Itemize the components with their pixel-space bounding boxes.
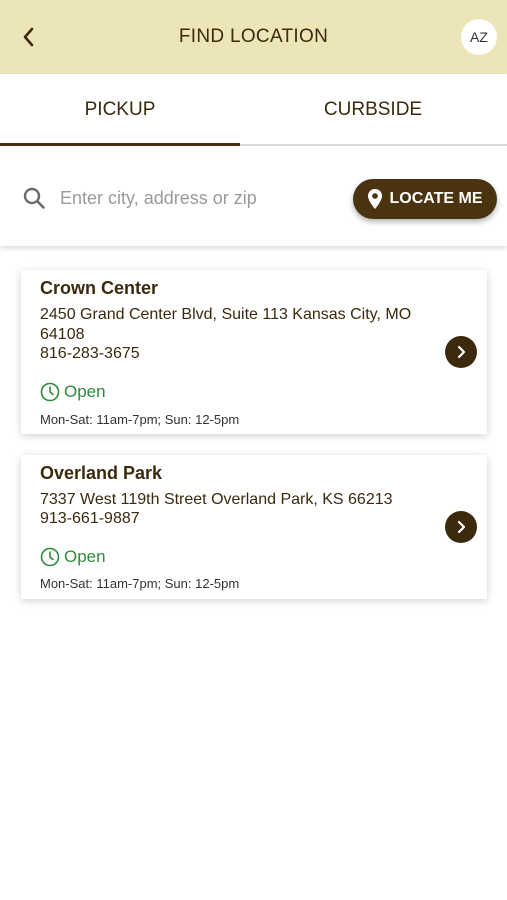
status-badge: Open xyxy=(40,547,106,567)
app-header: FIND LOCATION AZ xyxy=(0,0,507,74)
tab-pickup[interactable]: PICKUP xyxy=(0,74,240,146)
chevron-left-icon xyxy=(23,27,34,47)
search-bar: LOCATE ME xyxy=(0,146,507,246)
chevron-right-icon[interactable] xyxy=(445,336,477,368)
location-address: 2450 Grand Center Blvd, Suite 113 Kansas… xyxy=(40,306,412,343)
search-input[interactable] xyxy=(58,182,332,214)
location-name: Crown Center xyxy=(40,278,159,298)
status-text: Open xyxy=(64,382,106,401)
search-icon xyxy=(23,187,45,209)
page-title: FIND LOCATION xyxy=(178,26,329,47)
locate-me-label: LOCATE ME xyxy=(389,190,483,207)
location-phone: 913-661-9887 xyxy=(40,510,140,527)
status-text: Open xyxy=(64,547,106,566)
location-card[interactable]: Crown Center 2450 Grand Center Blvd, Sui… xyxy=(21,270,487,434)
avatar[interactable]: AZ xyxy=(461,19,497,55)
location-name: Overland Park xyxy=(40,463,163,483)
clock-icon xyxy=(40,382,60,402)
clock-icon xyxy=(40,547,60,567)
back-button[interactable] xyxy=(14,22,42,52)
location-hours: Mon-Sat: 11am-7pm; Sun: 12-5pm xyxy=(40,576,240,591)
tab-bar: PICKUP CURBSIDE xyxy=(0,74,507,146)
location-phone: 816-283-3675 xyxy=(40,345,140,362)
tab-curbside[interactable]: CURBSIDE xyxy=(253,74,493,146)
location-pin-icon xyxy=(367,188,383,210)
chevron-right-icon[interactable] xyxy=(445,511,477,543)
location-hours: Mon-Sat: 11am-7pm; Sun: 12-5pm xyxy=(40,412,240,427)
locate-me-button[interactable]: LOCATE ME xyxy=(353,179,497,219)
location-card[interactable]: Overland Park 7337 West 119th Street Ove… xyxy=(21,455,487,599)
status-badge: Open xyxy=(40,382,106,402)
location-address: 7337 West 119th Street Overland Park, KS… xyxy=(40,491,393,508)
